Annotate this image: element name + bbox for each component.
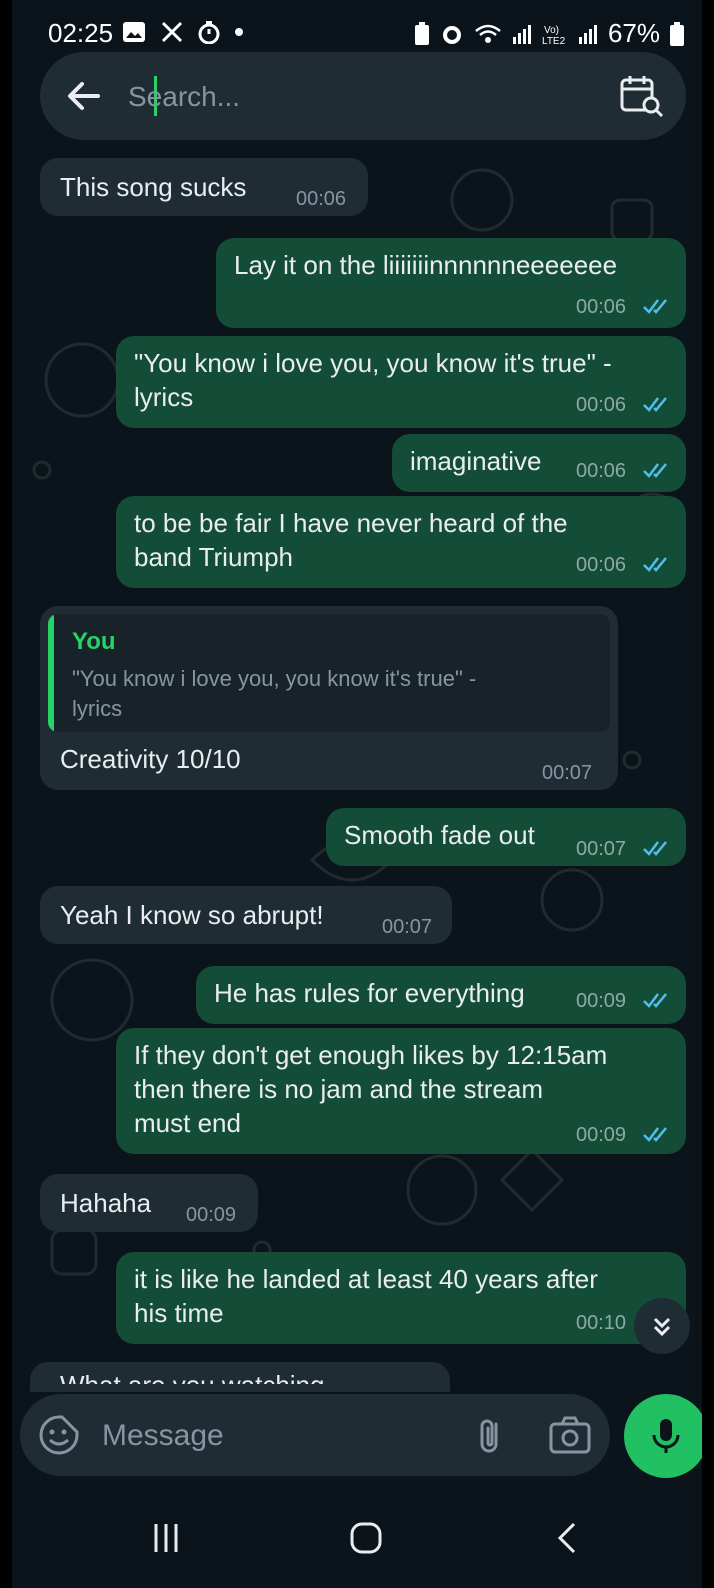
recent-apps-icon[interactable]	[146, 1518, 186, 1558]
message-input[interactable]	[100, 1412, 444, 1460]
message-text: imaginative	[410, 446, 542, 476]
message-time: 00:07	[542, 762, 593, 784]
message-time: 00:06	[576, 296, 627, 318]
x-icon	[161, 21, 183, 43]
message-text: to be be fair I have never heard of the …	[134, 508, 568, 572]
paperclip-icon[interactable]	[470, 1414, 512, 1456]
status-right-icons: Vo) LTE2 67%	[414, 18, 684, 49]
message-text: Hahaha	[60, 1188, 152, 1218]
quote-author: You	[72, 628, 116, 655]
search-input[interactable]	[126, 72, 600, 122]
calendar-search-icon[interactable]	[618, 72, 664, 118]
battery-percent: 67%	[607, 18, 660, 48]
voice-record-button[interactable]	[624, 1394, 702, 1478]
message-time: 00:06	[296, 188, 347, 210]
signal-icon	[512, 24, 531, 44]
dot-icon	[235, 28, 243, 36]
message-text: If they don't get enough likes by 12:15a…	[134, 1040, 608, 1138]
camera-icon[interactable]	[548, 1414, 592, 1456]
read-receipt-icon	[643, 397, 667, 412]
message-time: 00:07	[576, 838, 627, 860]
read-receipt-icon	[643, 841, 667, 856]
home-icon[interactable]	[346, 1518, 386, 1558]
message-bubble-outgoing[interactable]: Lay it on the liiiiiiinnnnnneeeeeee 00:0…	[216, 238, 686, 328]
message-bubble-outgoing[interactable]: If they don't get enough likes by 12:15a…	[116, 1028, 686, 1154]
read-receipt-icon	[643, 299, 667, 314]
read-receipt-icon	[643, 1127, 667, 1142]
message-bubble-incoming[interactable]: Yeah I know so abrupt! 00:07	[40, 886, 452, 944]
double-chevron-down-icon	[653, 1317, 671, 1337]
message-text: Yeah I know so abrupt!	[60, 900, 324, 930]
status-bar: 02:25 Vo) LTE2 67%	[12, 0, 702, 60]
message-time: 00:06	[576, 394, 627, 416]
message-time: 00:09	[576, 990, 627, 1012]
message-bubble-outgoing[interactable]: to be be fair I have never heard of the …	[116, 496, 686, 588]
message-text: it is like he landed at least 40 years a…	[134, 1264, 598, 1328]
timer-icon	[198, 21, 220, 44]
message-composer	[20, 1394, 610, 1476]
wifi-icon	[475, 24, 501, 43]
message-bubble-incoming[interactable]: Hahaha 00:09	[40, 1174, 258, 1232]
gallery-icon	[123, 22, 145, 42]
system-navigation-bar	[12, 1488, 702, 1588]
message-bubble-outgoing[interactable]: it is like he landed at least 40 years a…	[116, 1252, 686, 1344]
message-bubble-incoming-partial[interactable]: What are you watching	[30, 1362, 450, 1392]
alarm-icon	[442, 25, 461, 44]
message-time: 00:09	[576, 1124, 627, 1146]
message-text: This song sucks	[60, 172, 247, 202]
message-bubble-outgoing[interactable]: He has rules for everything 00:09	[196, 966, 686, 1024]
message-text: Creativity 10/10	[60, 744, 241, 774]
scroll-to-bottom-button[interactable]	[634, 1298, 690, 1354]
read-receipt-icon	[643, 993, 667, 1008]
svg-text:Vo): Vo)	[544, 25, 559, 36]
message-text: Lay it on the liiiiiiinnnnnneeeeeee	[234, 250, 618, 280]
back-icon[interactable]	[548, 1518, 588, 1558]
message-text: Smooth fade out	[344, 820, 535, 850]
quoted-message[interactable]: You "You know i love you, you know it's …	[48, 614, 610, 732]
chat-screen: 02:25 Vo)LTE2 67% This song sucks 00:06	[12, 0, 702, 1588]
message-bubble-outgoing[interactable]: "You know i love you, you know it's true…	[116, 336, 686, 428]
volte-icon: Vo)LTE2	[542, 25, 566, 46]
back-arrow-icon[interactable]	[62, 74, 106, 118]
quote-accent-bar	[48, 614, 54, 732]
message-text: He has rules for everything	[214, 978, 525, 1008]
status-left-icons	[122, 20, 244, 44]
message-time: 00:10	[576, 1312, 627, 1334]
signal-icon	[578, 24, 597, 44]
message-search-bar	[40, 52, 686, 140]
message-time: 00:09	[186, 1204, 237, 1226]
battery-icon	[670, 21, 684, 46]
message-time: 00:07	[382, 916, 433, 938]
message-bubble-outgoing[interactable]: Smooth fade out 00:07	[326, 808, 686, 866]
read-receipt-icon	[643, 557, 667, 572]
quote-text: "You know i love you, you know it's true…	[72, 666, 477, 721]
message-text: "You know i love you, you know it's true…	[134, 348, 612, 412]
svg-text:LTE2: LTE2	[542, 36, 566, 46]
message-time: 00:06	[576, 460, 627, 482]
message-bubble-outgoing[interactable]: imaginative 00:06	[392, 434, 686, 492]
microphone-icon	[652, 1419, 680, 1453]
battery-saver-icon	[414, 21, 429, 45]
message-bubble-incoming[interactable]: This song sucks 00:06	[40, 158, 368, 216]
read-receipt-icon	[643, 463, 667, 478]
sticker-emoji-icon[interactable]	[38, 1414, 80, 1456]
message-time: 00:06	[576, 554, 627, 576]
message-bubble-incoming-reply[interactable]: You "You know i love you, you know it's …	[40, 606, 618, 790]
status-time: 02:25	[48, 18, 114, 48]
